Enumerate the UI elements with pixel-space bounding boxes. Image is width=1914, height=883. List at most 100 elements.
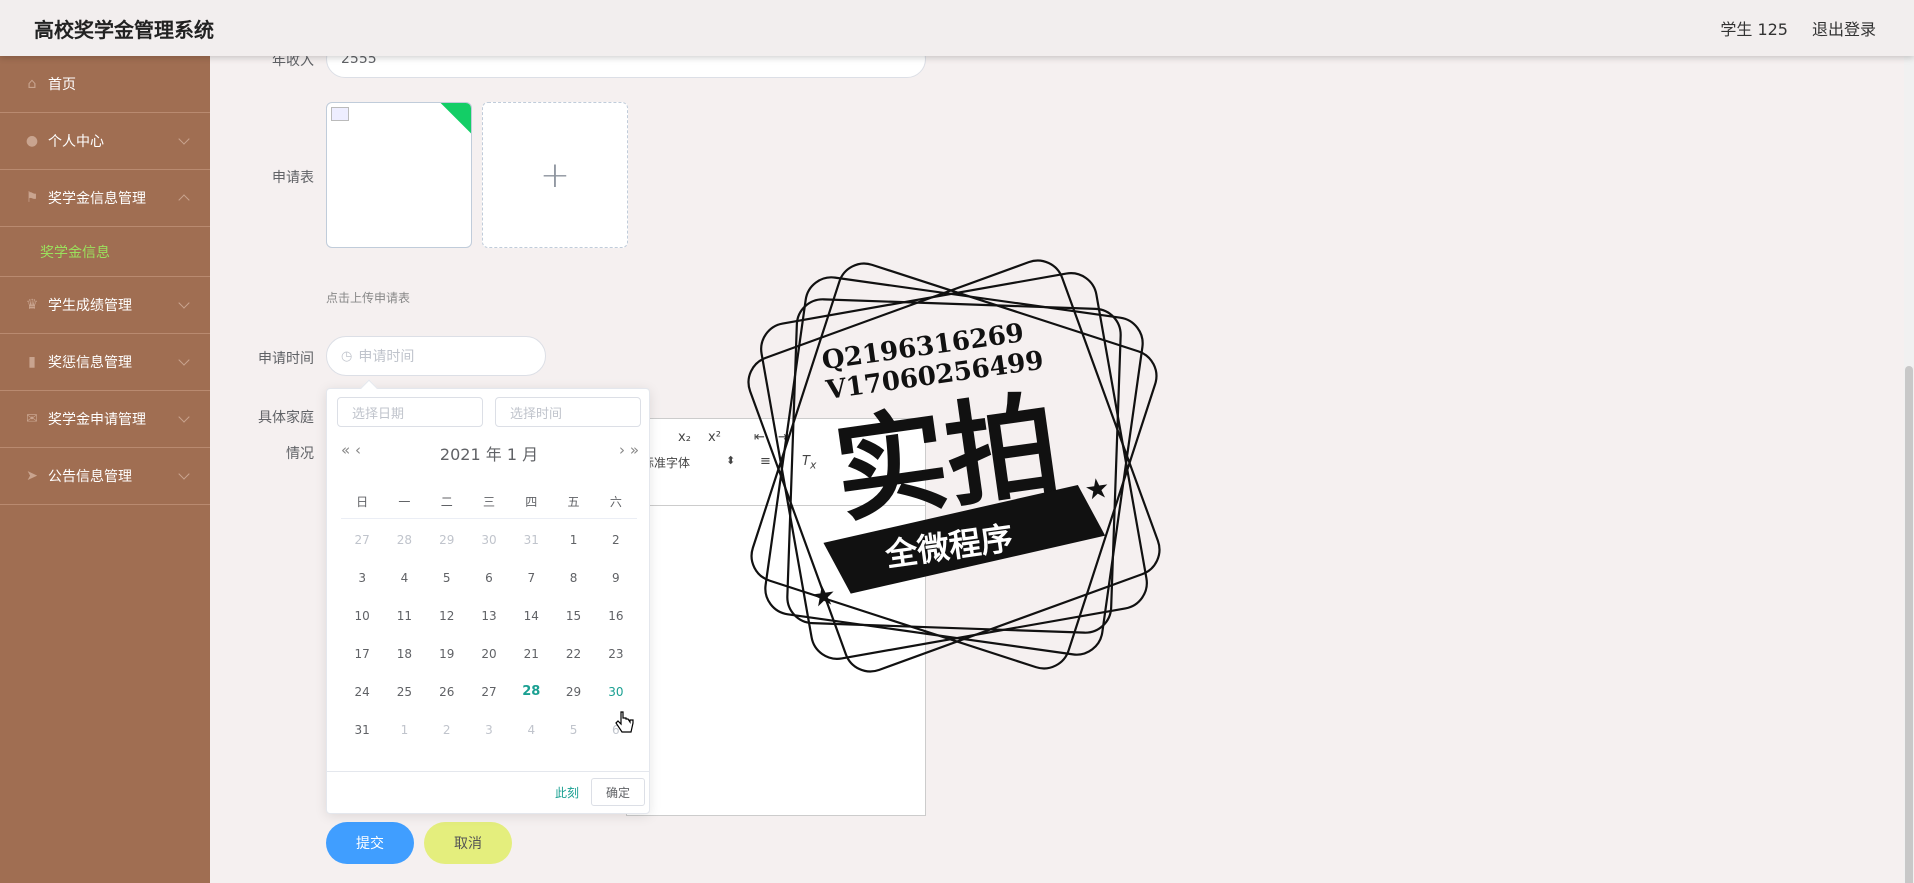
sidebar: ⌂ 首页 ● 个人中心 ⚑ 奖学金信息管理 奖学金信息 ♛ 学生成绩管理 ▮ 奖… [0,56,210,883]
calendar-day[interactable]: 31 [510,525,552,563]
calendar-day[interactable]: 9 [595,563,637,601]
sidebar-item-label: 奖学金信息管理 [48,191,146,207]
calendar-day[interactable]: 13 [468,601,510,639]
weekday-label: 日 [356,495,369,509]
calendar-day[interactable]: 12 [426,601,468,639]
calendar-day[interactable]: 22 [552,639,594,677]
calendar-days: 27 28 29 30 31 1 2 3 4 5 6 7 8 9 10 11 12 13 14 15 16 17 18 19 2… [341,525,637,753]
sidebar-item-rewards-mgmt[interactable]: ▮ 奖惩信息管理 [0,334,210,391]
scrollbar-thumb[interactable] [1905,366,1913,883]
calendar-day[interactable]: 28 [383,525,425,563]
calendar-day[interactable]: 17 [341,639,383,677]
calendar-day[interactable]: 14 [510,601,552,639]
weekday-header: 日一二三四五六 [341,493,637,519]
chevron-up-icon [178,194,190,206]
sidebar-item-label: 个人中心 [48,134,104,150]
calendar-day[interactable]: 18 [383,639,425,677]
star-icon: ★ [1082,471,1111,507]
sidebar-item-label: 公告信息管理 [48,469,132,485]
calendar-day[interactable]: 1 [383,715,425,753]
sidebar-item-application-mgmt[interactable]: ✉ 奖学金申请管理 [0,391,210,448]
upload-success-badge [439,103,471,135]
user-icon: ● [25,133,39,149]
calendar-day[interactable]: 19 [426,639,468,677]
calendar-day[interactable]: 25 [383,677,425,715]
calendar-week-row: 17 18 19 20 21 22 23 [341,639,637,677]
apply-time-placeholder: 申请时间 [358,349,415,365]
calendar-day[interactable]: 20 [468,639,510,677]
sidebar-item-notice-mgmt[interactable]: ➤ 公告信息管理 [0,448,210,505]
calendar-day[interactable]: 5 [552,715,594,753]
calendar-day[interactable]: 26 [426,677,468,715]
calendar-day[interactable]: 2 [426,715,468,753]
calendar-day[interactable]: 30 [468,525,510,563]
calendar-day[interactable]: 15 [552,601,594,639]
calendar-day[interactable]: 1 [552,525,594,563]
weekday-label: 五 [567,495,580,509]
calendar-day[interactable]: 6 [468,563,510,601]
chevron-down-icon [178,411,190,423]
calendar-day[interactable]: 8 [552,563,594,601]
submit-button[interactable]: 提交 [326,822,414,864]
calendar-day[interactable]: 27 [341,525,383,563]
picker-time-input[interactable]: 选择时间 [495,397,641,427]
calendar-day[interactable]: 23 [595,639,637,677]
calendar-day[interactable]: 27 [468,677,510,715]
calendar-day[interactable]: 10 [341,601,383,639]
calendar-week-row: 24 25 26 27 28 29 30 [341,677,637,715]
cancel-button[interactable]: 取消 [424,822,512,864]
picker-header: « ‹ 2021 年 1 月 › » [337,441,641,467]
hand-cursor-icon [615,711,634,733]
calendar-week-row: 27 28 29 30 31 1 2 [341,525,637,563]
calendar-week-row: 3456789 [341,563,637,601]
current-user-label: 学生 125 [1720,20,1788,39]
page-scrollbar[interactable] [1904,56,1914,883]
uploaded-file-card[interactable] [326,102,472,248]
watermark-stamp: Q2196316269 V17060256499 实拍 全微程序 ★ ★ [747,259,1161,673]
calendar-day[interactable]: 28 [510,677,552,715]
calendar-day[interactable]: 4 [383,563,425,601]
sidebar-item-home[interactable]: ⌂ 首页 [0,56,210,113]
calendar-day[interactable]: 3 [341,563,383,601]
picker-year[interactable]: 2021 年 [440,445,502,464]
calendar-day[interactable]: 11 [383,601,425,639]
calendar-day[interactable]: 29 [552,677,594,715]
logout-link[interactable]: 退出登录 [1812,16,1876,40]
upload-add-button[interactable]: + [482,102,628,248]
superscript-button[interactable]: x² [708,430,721,445]
now-button[interactable]: 此刻 [555,784,579,801]
calendar-day[interactable]: 29 [426,525,468,563]
calendar-day[interactable]: 7 [510,563,552,601]
confirm-button[interactable]: 确定 [591,778,645,806]
sidebar-item-scholarship-info-mgmt[interactable]: ⚑ 奖学金信息管理 [0,170,210,227]
sidebar-item-personal-center[interactable]: ● 个人中心 [0,113,210,170]
calendar-week-row: 31 1 2 3 4 5 6 [341,715,637,753]
calendar-week-row: 10 11 12 13 14 15 16 [341,601,637,639]
calendar-day[interactable]: 21 [510,639,552,677]
picker-input-row: 选择日期 选择时间 [337,397,641,427]
next-month-year-icons[interactable]: › » [619,441,639,459]
sidebar-subitem-scholarship-info[interactable]: 奖学金信息 [0,227,210,277]
calendar-day[interactable]: 2 [595,525,637,563]
calendar-day[interactable]: 4 [510,715,552,753]
calendar-day[interactable]: 5 [426,563,468,601]
apply-time-label: 申请时间 [258,351,314,367]
weekday-label: 三 [482,495,495,509]
picker-month[interactable]: 1 月 [507,445,538,464]
calendar-day[interactable]: 3 [468,715,510,753]
top-header: 高校奖学金管理系统 学生 125 退出登录 [0,0,1914,56]
app-title: 高校奖学金管理系统 [34,18,214,42]
clock-icon: ◷ [341,348,353,364]
calendar-day[interactable]: 24 [341,677,383,715]
weekday-label: 四 [525,495,538,509]
calendar-day[interactable]: 31 [341,715,383,753]
sidebar-item-grades-mgmt[interactable]: ♛ 学生成绩管理 [0,277,210,334]
chevron-down-icon [178,354,190,366]
calendar-day[interactable]: 16 [595,601,637,639]
weekday-label: 一 [398,495,411,509]
select-arrows-icon: ⬍ [726,454,736,467]
picker-footer: 此刻 确定 [327,771,649,813]
picker-date-input[interactable]: 选择日期 [337,397,483,427]
apply-time-input[interactable]: ◷ 申请时间 [326,336,546,376]
subscript-button[interactable]: x₂ [678,430,691,445]
